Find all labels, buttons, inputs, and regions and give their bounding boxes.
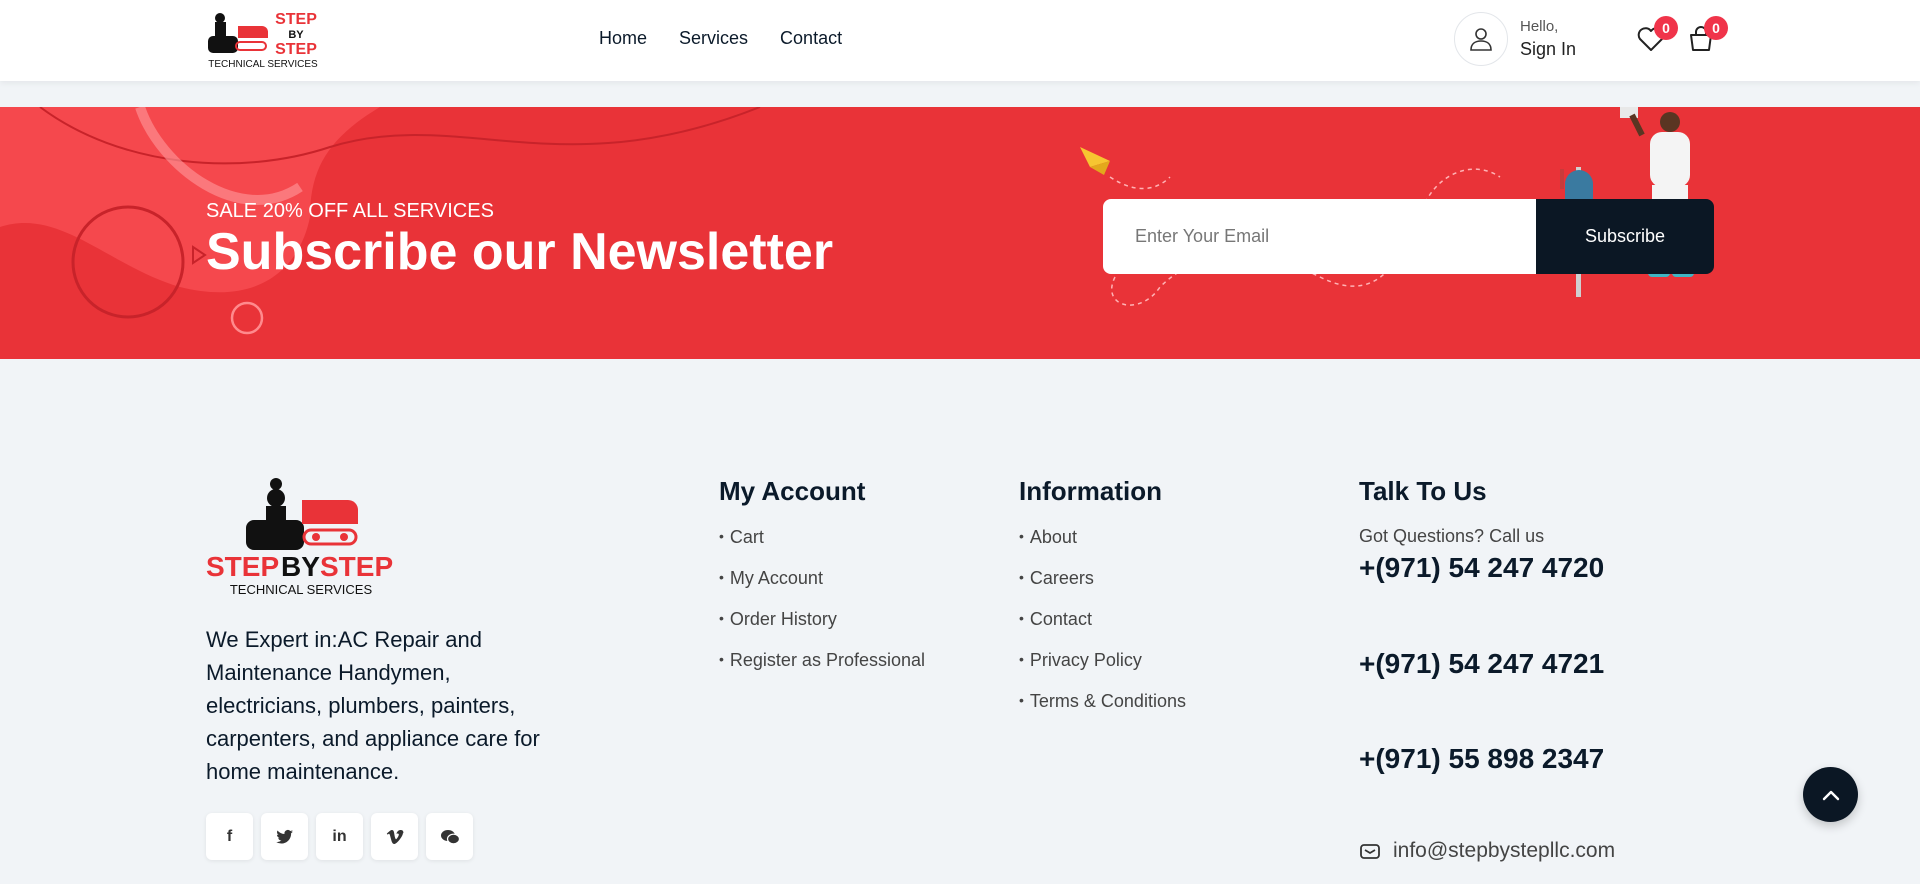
- header-logo[interactable]: STEP BY STEP TECHNICAL SERVICES: [206, 10, 321, 70]
- information-links: • About • Careers • Contact • Privacy Policy…: [1019, 527, 1186, 732]
- footer-link-label: Privacy Policy: [1029, 650, 1142, 670]
- footer-logo-by: BY: [281, 551, 320, 582]
- footer-link-label: My Account: [729, 568, 823, 588]
- back-to-top-button[interactable]: [1803, 767, 1858, 822]
- my-account-heading: My Account: [719, 476, 866, 506]
- phone-number-1[interactable]: +(971) 54 247 4720: [1359, 552, 1604, 584]
- footer-link-label: Contact: [1029, 609, 1092, 629]
- phone-number-3[interactable]: +(971) 55 898 2347: [1359, 743, 1604, 775]
- logo-tagline: TECHNICAL SERVICES: [208, 59, 318, 70]
- contact-email[interactable]: info@stepbystepllc.com: [1359, 839, 1615, 863]
- footer-link-about[interactable]: • About: [1019, 527, 1186, 568]
- wishlist-button[interactable]: 0: [1636, 16, 1678, 56]
- footer-link-privacy-policy[interactable]: • Privacy Policy: [1019, 650, 1186, 691]
- footer-link-cart[interactable]: • Cart: [719, 527, 925, 568]
- linkedin-icon[interactable]: in: [316, 813, 363, 860]
- newsletter-sale-text: SALE 20% OFF ALL SERVICES: [206, 200, 494, 222]
- chevron-up-icon: [1822, 790, 1839, 800]
- user-icon[interactable]: [1454, 12, 1508, 66]
- cart-count-badge: 0: [1704, 16, 1728, 40]
- vimeo-icon[interactable]: [371, 813, 418, 860]
- contact-email-text: info@stepbystepllc.com: [1393, 839, 1616, 862]
- wechat-icon[interactable]: [426, 813, 473, 860]
- footer-link-contact[interactable]: • Contact: [1019, 609, 1186, 650]
- phone-number-2[interactable]: +(971) 54 247 4721: [1359, 648, 1604, 680]
- my-account-links: • Cart • My Account • Order History • Regist…: [719, 527, 925, 691]
- newsletter-email-input[interactable]: [1103, 199, 1536, 274]
- footer-link-label: About: [1029, 527, 1077, 547]
- footer-link-register-professional[interactable]: • Register as Professional: [719, 650, 925, 691]
- site-header: STEP BY STEP TECHNICAL SERVICES Home Ser…: [0, 0, 1920, 81]
- footer-logo[interactable]: STEP BY STEP TECHNICAL SERVICES: [206, 476, 396, 598]
- footer-link-label: Register as Professional: [729, 650, 925, 670]
- twitter-icon[interactable]: [261, 813, 308, 860]
- nav-services[interactable]: Services: [679, 28, 748, 49]
- footer-link-label: Terms & Conditions: [1029, 691, 1186, 711]
- footer-logo-step-2: STEP: [320, 551, 393, 582]
- information-heading: Information: [1019, 476, 1162, 506]
- nav-home[interactable]: Home: [599, 28, 647, 49]
- subscribe-button[interactable]: Subscribe: [1536, 199, 1714, 274]
- footer-link-label: Careers: [1029, 568, 1094, 588]
- logo-word-by: BY: [288, 29, 304, 41]
- footer-logo-step: STEP: [206, 551, 279, 582]
- newsletter-title: Subscribe our Newsletter: [206, 223, 834, 281]
- footer-link-label: Cart: [729, 527, 764, 547]
- footer-link-careers[interactable]: • Careers: [1019, 568, 1186, 609]
- user-greeting: Hello,: [1520, 18, 1559, 35]
- main-nav: Home Services Contact: [599, 28, 842, 49]
- logo-word-step-2: STEP: [275, 41, 317, 58]
- newsletter-form: Subscribe: [1103, 199, 1714, 274]
- talk-subtitle: Got Questions? Call us: [1359, 526, 1545, 546]
- mail-icon: [1360, 844, 1380, 859]
- logo-word-step: STEP: [275, 11, 317, 28]
- talk-to-us-heading: Talk To Us: [1359, 476, 1487, 506]
- user-account[interactable]: Hello, Sign In: [1454, 12, 1576, 66]
- footer-link-label: Order History: [729, 609, 837, 629]
- footer-logo-tagline: TECHNICAL SERVICES: [230, 582, 373, 597]
- facebook-icon[interactable]: f: [206, 813, 253, 860]
- cart-button[interactable]: 0: [1686, 16, 1728, 56]
- footer-link-terms[interactable]: • Terms & Conditions: [1019, 691, 1186, 732]
- footer-link-order-history[interactable]: • Order History: [719, 609, 925, 650]
- company-description: We Expert in:AC Repair and Maintenance H…: [206, 627, 540, 784]
- newsletter-banner: SALE 20% OFF ALL SERVICES Subscribe our …: [0, 107, 1920, 359]
- sign-in-link[interactable]: Sign In: [1520, 39, 1576, 60]
- footer-link-my-account[interactable]: • My Account: [719, 568, 925, 609]
- social-links: f in: [206, 813, 473, 860]
- nav-contact[interactable]: Contact: [780, 28, 842, 49]
- wishlist-count-badge: 0: [1654, 16, 1678, 40]
